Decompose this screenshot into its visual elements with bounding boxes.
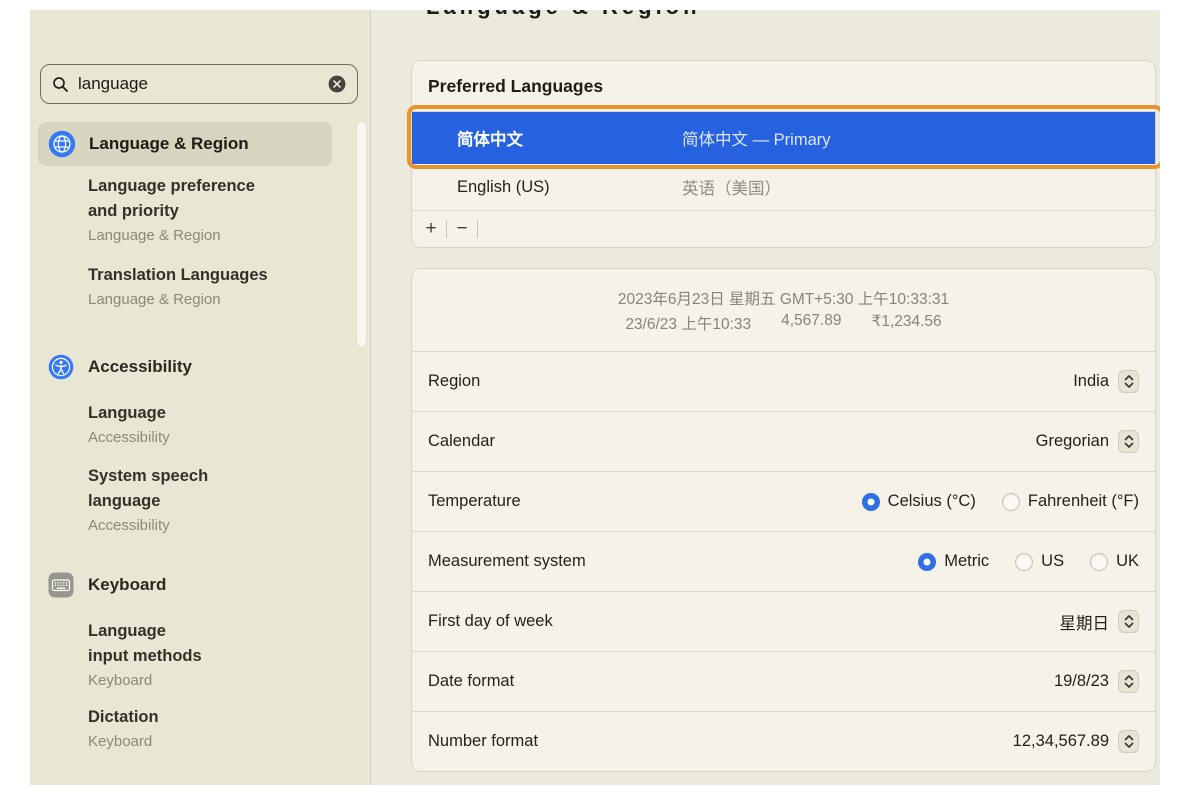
result-title: Language xyxy=(88,401,350,426)
result-title: Dictation xyxy=(88,705,350,730)
search-field[interactable]: language xyxy=(40,64,358,104)
preview-number: 4,567.89 xyxy=(781,312,841,334)
radio-unselected-icon xyxy=(1015,553,1033,571)
calendar-stepper[interactable] xyxy=(1118,430,1139,453)
toolbar-separator xyxy=(477,220,478,238)
sidebar-item-label: Keyboard xyxy=(88,575,166,595)
setting-label: Temperature xyxy=(428,492,521,511)
region-formats-group: 2023年6月23日 星期五 GMT+5:30 上午10:33:31 23/6/… xyxy=(411,268,1156,772)
setting-value: 星期日 xyxy=(1060,610,1110,634)
setting-label: Date format xyxy=(428,672,514,691)
metric-radio[interactable]: Metric xyxy=(918,552,989,571)
radio-unselected-icon xyxy=(1090,553,1108,571)
setting-label: Number format xyxy=(428,732,538,751)
preview-short-date: 23/6/23 上午10:33 xyxy=(625,312,751,334)
language-row-simplified-chinese[interactable]: 简体中文 简体中文 — Primary xyxy=(412,112,1155,164)
setting-row-region: Region India xyxy=(412,351,1155,411)
radio-selected-icon xyxy=(862,493,880,511)
sidebar-item-dictation[interactable]: Dictation Keyboard xyxy=(88,705,350,753)
sidebar-item-label: Accessibility xyxy=(88,357,192,377)
result-subtitle: Language & Region xyxy=(88,288,350,311)
sidebar-item-language-region[interactable]: Language & Region xyxy=(38,122,332,166)
setting-label: Measurement system xyxy=(428,552,586,571)
main-panel: Language & Region Preferred Languages 简体… xyxy=(370,10,1160,785)
uk-radio[interactable]: UK xyxy=(1090,552,1139,571)
sidebar-item-system-speech-language[interactable]: System speech language Accessibility xyxy=(88,464,350,537)
language-name: 简体中文 xyxy=(457,126,682,150)
us-radio[interactable]: US xyxy=(1015,552,1064,571)
radio-selected-icon xyxy=(918,553,936,571)
first-day-stepper[interactable] xyxy=(1118,610,1139,633)
setting-value: India xyxy=(1073,372,1109,391)
region-stepper[interactable] xyxy=(1118,370,1139,393)
globe-icon xyxy=(48,130,76,158)
preview-line-2: 23/6/23 上午10:33 4,567.89 ₹1,234.56 xyxy=(625,312,941,334)
setting-label: Calendar xyxy=(428,432,495,451)
preferred-languages-title: Preferred Languages xyxy=(412,61,1155,111)
result-subtitle: Keyboard xyxy=(88,730,350,753)
language-list-toolbar: + − xyxy=(412,211,1155,247)
setting-value: 12,34,567.89 xyxy=(1013,732,1109,751)
language-row-english-us[interactable]: English (US) 英语（美国） xyxy=(412,164,1155,210)
setting-row-date-format: Date format 19/8/23 xyxy=(412,651,1155,711)
result-subtitle: Keyboard xyxy=(88,669,350,692)
format-preview: 2023年6月23日 星期五 GMT+5:30 上午10:33:31 23/6/… xyxy=(412,269,1155,351)
sidebar-item-translation-languages[interactable]: Translation Languages Language & Region xyxy=(88,263,350,311)
sidebar-item-accessibility[interactable]: Accessibility xyxy=(30,349,370,385)
setting-row-measurement-system: Measurement system Metric US UK xyxy=(412,531,1155,591)
number-format-stepper[interactable] xyxy=(1118,730,1139,753)
sidebar-item-keyboard[interactable]: Keyboard xyxy=(30,567,370,603)
sidebar-item-language-input-methods[interactable]: Language input methods Keyboard xyxy=(88,619,350,692)
sidebar-item-label: Language & Region xyxy=(89,134,249,154)
search-input[interactable]: language xyxy=(78,74,148,94)
result-title: System speech language xyxy=(88,464,350,514)
fahrenheit-radio[interactable]: Fahrenheit (°F) xyxy=(1002,492,1139,511)
setting-row-calendar: Calendar Gregorian xyxy=(412,411,1155,471)
sidebar-scrollbar[interactable] xyxy=(357,122,366,347)
radio-unselected-icon xyxy=(1002,493,1020,511)
celsius-radio[interactable]: Celsius (°C) xyxy=(862,492,976,511)
sidebar-item-accessibility-language[interactable]: Language Accessibility xyxy=(88,401,350,449)
add-language-button[interactable]: + xyxy=(416,211,446,247)
setting-row-number-format: Number format 12,34,567.89 xyxy=(412,711,1155,771)
result-title: Translation Languages xyxy=(88,263,350,288)
result-subtitle: Accessibility xyxy=(88,514,350,537)
remove-language-button[interactable]: − xyxy=(447,211,477,247)
result-subtitle: Accessibility xyxy=(88,426,350,449)
setting-row-first-day-of-week: First day of week 星期日 xyxy=(412,591,1155,651)
setting-value: Gregorian xyxy=(1036,432,1109,451)
clear-search-icon[interactable] xyxy=(328,75,346,93)
language-detail: 英语（美国） xyxy=(682,175,781,199)
setting-label: Region xyxy=(428,372,480,391)
search-icon xyxy=(52,76,69,93)
result-title: Language input methods xyxy=(88,619,350,669)
sidebar-item-language-preference[interactable]: Language preference and priority Languag… xyxy=(88,174,350,247)
preview-currency: ₹1,234.56 xyxy=(871,312,941,334)
sidebar: language Language & Region Language pref… xyxy=(30,10,370,785)
language-name: English (US) xyxy=(457,178,682,197)
accessibility-icon xyxy=(48,354,74,380)
result-subtitle: Language & Region xyxy=(88,224,350,247)
setting-row-temperature: Temperature Celsius (°C) Fahrenheit (°F) xyxy=(412,471,1155,531)
preferred-languages-group: Preferred Languages 简体中文 简体中文 — Primary … xyxy=(411,60,1156,248)
system-settings-window: language Language & Region Language pref… xyxy=(0,0,1200,810)
setting-label: First day of week xyxy=(428,612,553,631)
result-title: Language preference and priority xyxy=(88,174,350,224)
date-format-stepper[interactable] xyxy=(1118,670,1139,693)
keyboard-icon xyxy=(48,572,74,598)
clipped-page-title: Language & Region xyxy=(426,10,846,25)
setting-value: 19/8/23 xyxy=(1054,672,1109,691)
preview-line-1: 2023年6月23日 星期五 GMT+5:30 上午10:33:31 xyxy=(618,287,949,309)
language-detail: 简体中文 — Primary xyxy=(682,126,831,150)
